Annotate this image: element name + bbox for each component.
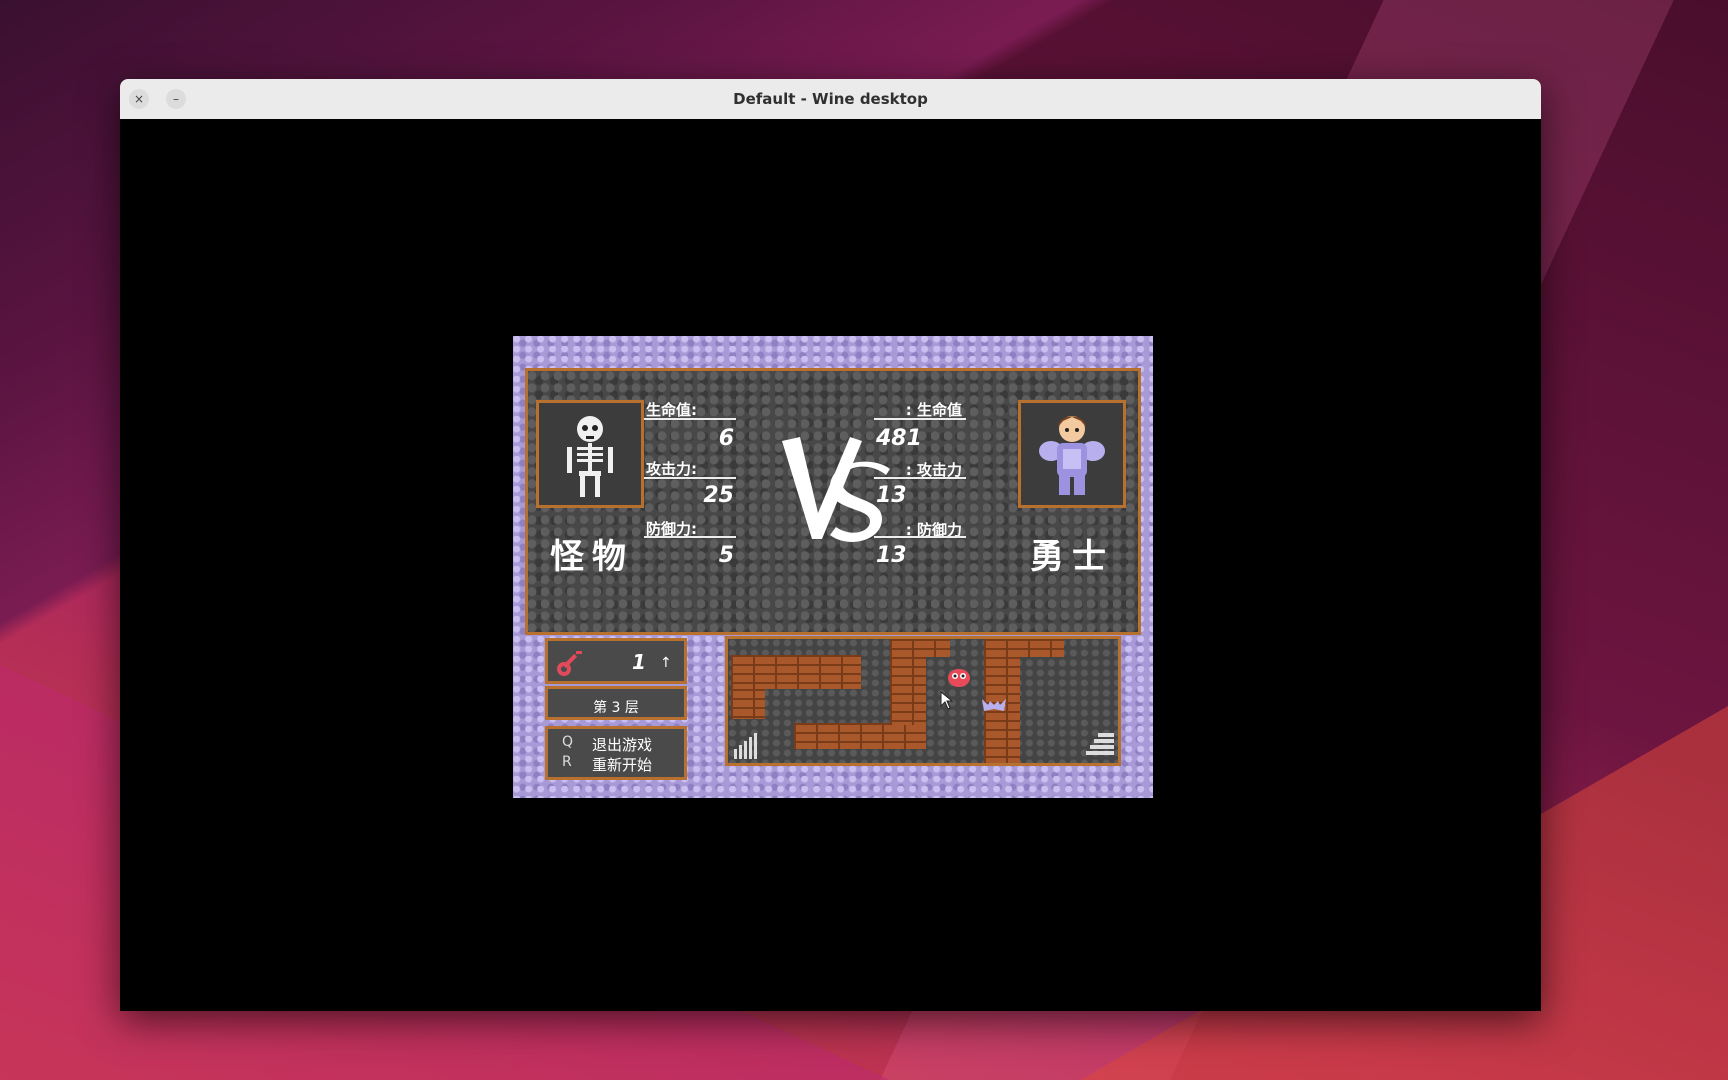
wall-tile (794, 723, 926, 749)
window-titlebar[interactable]: × – Default - Wine desktop (120, 79, 1541, 120)
battle-panel: 怪物 生命值: 6 攻击力: 25 防御力: 5 VS : 生命值 481: … (525, 368, 1141, 635)
floor-panel: 第 3 层 (545, 686, 687, 720)
monster-atk-value: 25 (703, 483, 734, 508)
hero-atk-value: 13 (876, 483, 907, 508)
wall-tile (731, 655, 861, 689)
monster-hp-value: 6 (718, 426, 734, 451)
wall-tile (731, 689, 765, 719)
divider (644, 477, 736, 479)
game-screen[interactable]: 怪物 生命值: 6 攻击力: 25 防御力: 5 VS : 生命值 481: … (513, 336, 1153, 798)
wall-tile (984, 639, 1064, 657)
stairs-up-icon (734, 733, 757, 759)
red-slime-icon (948, 669, 970, 687)
divider (874, 536, 966, 538)
hero-knight-icon (1039, 416, 1105, 495)
svg-text:VS: VS (836, 550, 838, 552)
monster-def-value: 5 (718, 543, 734, 568)
skeleton-icon (567, 416, 613, 497)
menu-item-quit[interactable]: Q 退出游戏 (548, 732, 684, 754)
divider (644, 536, 736, 538)
key-count: 1 (632, 650, 646, 674)
monster-hp-label: 生命值: (646, 401, 697, 419)
divider (644, 418, 736, 420)
dungeon-map[interactable] (725, 636, 1121, 766)
floor-label: 第 3 层 (593, 700, 639, 716)
mouse-cursor-icon (940, 691, 954, 710)
divider (874, 477, 966, 479)
monster-atk-label: 攻击力: (646, 460, 697, 478)
red-key-icon (557, 651, 582, 676)
hero-hp-value: 481 (876, 426, 922, 451)
divider (874, 418, 966, 420)
hotkey-r: R (562, 754, 572, 770)
stairs-down-icon (1086, 733, 1114, 755)
key-arrow: ↑ (660, 655, 672, 671)
window-title: Default - Wine desktop (733, 90, 928, 108)
hero-hp-label: : 生命值 (905, 401, 962, 419)
monster-portrait (536, 400, 644, 508)
wine-client-area[interactable]: 怪物 生命值: 6 攻击力: 25 防御力: 5 VS : 生命值 481: … (120, 119, 1541, 1011)
monster-name: 怪物 (550, 537, 634, 577)
hero-def-value: 13 (876, 543, 907, 568)
wall-tile (890, 639, 950, 657)
hotkey-q: Q (562, 734, 574, 750)
hero-name: 勇士 (1030, 537, 1114, 577)
hero-portrait (1018, 400, 1126, 508)
key-counter-panel: 1 ↑ (545, 638, 687, 684)
menu-restart-label: 重新开始 (592, 756, 653, 774)
menu-item-restart[interactable]: R 重新开始 (548, 752, 684, 774)
menu-panel: Q 退出游戏 R 重新开始 (545, 726, 687, 780)
bat-icon (982, 699, 1006, 711)
wine-desktop-window: × – Default - Wine desktop 怪物 生命值: 6 攻击力… (120, 79, 1541, 1011)
